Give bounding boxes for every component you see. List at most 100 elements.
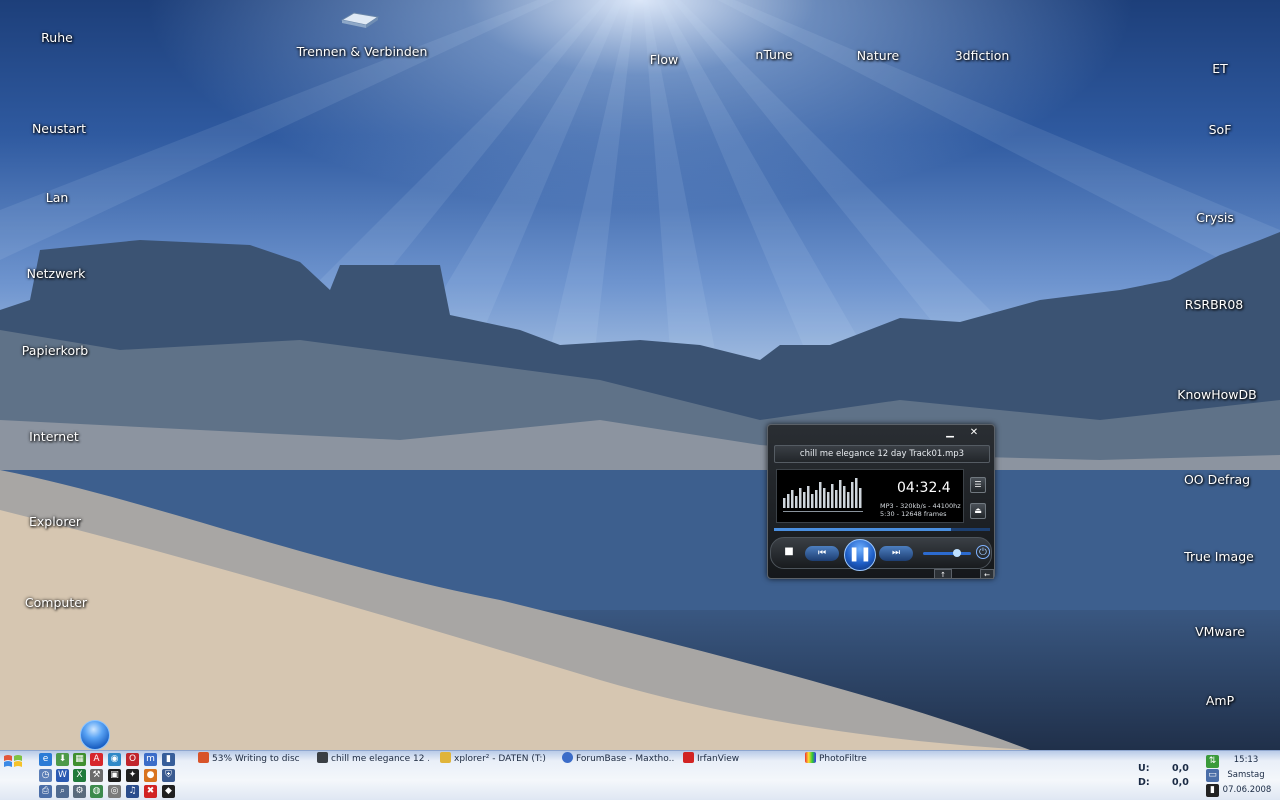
- desktop-icon-ruhe[interactable]: Ruhe: [41, 30, 73, 45]
- desktop-icon-trennen-verbinden[interactable]: Trennen & Verbinden: [297, 44, 428, 59]
- seek-bar-progress: [774, 528, 952, 531]
- ie-icon[interactable]: e: [39, 753, 52, 766]
- minimize-button[interactable]: ▁: [940, 427, 960, 439]
- equalizer-bar: [827, 492, 830, 508]
- desktop-icon-computer[interactable]: Computer: [25, 595, 87, 610]
- disk-icon[interactable]: ◎: [108, 785, 121, 798]
- equalizer-bar: [807, 486, 810, 508]
- seek-bar[interactable]: [774, 528, 990, 531]
- equalizer-bar: [847, 492, 850, 508]
- desktop-icon-3dfiction[interactable]: 3dfiction: [955, 48, 1010, 63]
- power-icon[interactable]: ⏻: [976, 545, 990, 559]
- excel-icon[interactable]: X: [73, 769, 86, 782]
- pause-button[interactable]: ❚❚: [844, 539, 876, 571]
- playlist-icon[interactable]: ☰: [970, 477, 986, 493]
- desktop-icon-vmware[interactable]: VMware: [1195, 624, 1245, 639]
- desktop-icon-rsrbr08[interactable]: RSRBR08: [1185, 297, 1243, 312]
- equalizer-bar: [835, 490, 838, 508]
- start-orb-button[interactable]: [80, 720, 110, 750]
- desktop-icon-sof[interactable]: SoF: [1209, 122, 1232, 137]
- player-display: 04:32.4 MP3 - 320kb/s - 44100hz 5:30 - 1…: [776, 469, 964, 523]
- install-icon[interactable]: ⬇: [56, 753, 69, 766]
- stop-button[interactable]: ■: [783, 546, 795, 558]
- track-title: chill me elegance 12 day Track01.mp3: [774, 445, 990, 463]
- network-device-icon[interactable]: [340, 10, 380, 30]
- firefox-icon[interactable]: ◉: [108, 753, 121, 766]
- tray-power-icon[interactable]: ▮: [1206, 784, 1219, 797]
- media-player-window[interactable]: ▁ ✕ chill me elegance 12 day Track01.mp3…: [767, 424, 995, 579]
- shield-icon[interactable]: ⛨: [162, 769, 175, 782]
- tools-icon[interactable]: ⚒: [90, 769, 103, 782]
- antivir-icon[interactable]: A: [90, 753, 103, 766]
- equalizer-bar: [791, 490, 794, 508]
- equalizer-bar: [831, 484, 834, 508]
- desktop-icon-flow[interactable]: Flow: [650, 52, 679, 67]
- globe-icon[interactable]: ◍: [90, 785, 103, 798]
- next-button[interactable]: ⏭: [879, 546, 913, 561]
- tray-monitor-icon[interactable]: ▭: [1206, 769, 1219, 782]
- app-icon[interactable]: ◆: [162, 785, 175, 798]
- desktop-icon-papierkorb[interactable]: Papierkorb: [22, 343, 88, 358]
- desktop-icon-neustart[interactable]: Neustart: [32, 121, 86, 136]
- maxthon-icon[interactable]: m: [144, 753, 157, 766]
- track-format-info: MP3 - 320kb/s - 44100hz: [880, 502, 961, 510]
- clock-icon[interactable]: ◷: [39, 769, 52, 782]
- equalizer-bar: [855, 478, 858, 508]
- task-button-photofiltre[interactable]: PhotoFiltre: [805, 752, 917, 766]
- settings-icon[interactable]: ⚙: [73, 785, 86, 798]
- upload-label: U:: [1138, 763, 1150, 774]
- volume-slider[interactable]: [923, 552, 971, 555]
- equalizer-bar: [811, 494, 814, 508]
- opera-icon[interactable]: O: [126, 753, 139, 766]
- desktop-icon-nature[interactable]: Nature: [857, 48, 899, 63]
- equalizer-bar: [803, 492, 806, 508]
- download-label: D:: [1138, 777, 1150, 788]
- volume-knob[interactable]: [952, 549, 961, 557]
- transport-controls: ■ ⏮ ❚❚ ⏭ ⏻: [770, 537, 992, 571]
- desktop-icon-explorer[interactable]: Explorer: [29, 514, 81, 529]
- clock-date[interactable]: 07.06.2008: [1222, 785, 1272, 795]
- track-length-info: 5:30 - 12648 frames: [880, 510, 947, 518]
- desktop-icon-netzwerk[interactable]: Netzwerk: [27, 266, 86, 281]
- windows-start-icon[interactable]: [2, 752, 26, 770]
- task-label: 53% Writing to disc: [212, 754, 300, 764]
- sheet-icon[interactable]: ▦: [73, 753, 86, 766]
- media-icon[interactable]: ♫: [126, 785, 139, 798]
- blender-icon[interactable]: ●: [144, 769, 157, 782]
- word-icon[interactable]: W: [56, 769, 69, 782]
- folder-icon: [440, 752, 451, 763]
- eject-icon[interactable]: ⏏: [970, 503, 986, 519]
- task-button-irfanview[interactable]: IrfanView: [683, 752, 795, 766]
- desktop: Ruhe Neustart Lan Netzwerk Papierkorb In…: [0, 0, 1280, 750]
- player-icon: [317, 752, 328, 763]
- collapse-arrow-icon[interactable]: ←: [980, 569, 994, 579]
- task-button-player[interactable]: chill me elegance 12 ...: [317, 752, 429, 766]
- irfan-icon[interactable]: ✖: [144, 785, 157, 798]
- task-label: xplorer² - DATEN (T:): [454, 754, 546, 764]
- previous-button[interactable]: ⏮: [805, 546, 839, 561]
- task-button-burn[interactable]: 53% Writing to disc: [198, 752, 310, 766]
- desktop-icon-et[interactable]: ET: [1212, 61, 1228, 76]
- search-icon[interactable]: ⌕: [56, 785, 69, 798]
- game-icon[interactable]: ✦: [126, 769, 139, 782]
- task-button-maxthon[interactable]: ForumBase - Maxtho...: [562, 752, 674, 766]
- clock-time[interactable]: 15:13: [1226, 755, 1266, 765]
- terminal-icon[interactable]: ▣: [108, 769, 121, 782]
- equalizer-bar: [799, 488, 802, 508]
- expand-up-icon[interactable]: ↑: [934, 569, 952, 579]
- save-icon[interactable]: ▮: [162, 753, 175, 766]
- network-icon[interactable]: ⎙: [39, 785, 52, 798]
- desktop-icon-oo-defrag[interactable]: OO Defrag: [1184, 472, 1250, 487]
- clock-day[interactable]: Samstag: [1226, 770, 1266, 780]
- tray-network-icon[interactable]: ⇅: [1206, 755, 1219, 768]
- desktop-icon-knowhowdb[interactable]: KnowHowDB: [1177, 387, 1256, 402]
- task-button-xplorer[interactable]: xplorer² - DATEN (T:): [440, 752, 552, 766]
- desktop-icon-true-image[interactable]: True Image: [1184, 549, 1254, 564]
- close-button[interactable]: ✕: [964, 427, 984, 439]
- desktop-icon-ntune[interactable]: nTune: [755, 47, 792, 62]
- desktop-icon-internet[interactable]: Internet: [29, 429, 79, 444]
- desktop-icon-lan[interactable]: Lan: [46, 190, 69, 205]
- desktop-icon-amp[interactable]: AmP: [1206, 693, 1234, 708]
- equalizer-visualizer: [783, 478, 863, 512]
- desktop-icon-crysis[interactable]: Crysis: [1196, 210, 1234, 225]
